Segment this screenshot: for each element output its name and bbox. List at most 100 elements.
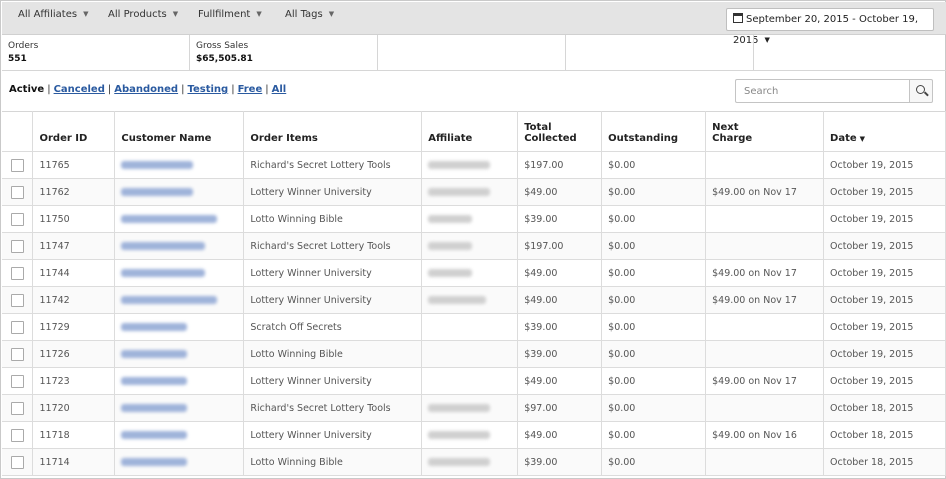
total-collected-cell: $49.00: [517, 259, 603, 287]
table-row[interactable]: 11718 Lottery Winner University $49.00 $0.0…: [2, 421, 946, 449]
row-checkbox[interactable]: [11, 158, 24, 172]
row-checkbox[interactable]: [11, 239, 24, 253]
date-cell: October 19, 2015: [823, 232, 946, 260]
order-id-header[interactable]: Order ID: [32, 111, 116, 152]
table-row[interactable]: 11750 Lotto Winning Bible $39.00 $0.00 Octob…: [2, 205, 946, 233]
customer-name-cell: [114, 151, 245, 179]
tab-active[interactable]: Active: [9, 84, 44, 95]
row-checkbox[interactable]: [11, 347, 24, 361]
calendar-icon: [733, 13, 743, 23]
row-checkbox[interactable]: [11, 266, 24, 280]
order-items-cell: Lottery Winner University: [243, 259, 423, 287]
tab-all[interactable]: All: [272, 84, 287, 95]
customer-name-header[interactable]: Customer Name: [114, 111, 245, 152]
row-checkbox[interactable]: [11, 293, 24, 307]
table-row[interactable]: 11744 Lottery Winner University $49.00 $0.0…: [2, 259, 946, 287]
order-id-cell: 11742: [32, 286, 116, 314]
tags-filter[interactable]: All Tags ▼: [285, 9, 334, 20]
table-header-row: Order ID Customer Name Order Items Affil…: [2, 111, 946, 152]
affiliate-redacted: [428, 431, 491, 439]
orders-stat: Orders 551: [2, 35, 190, 71]
customer-name-redacted[interactable]: [121, 404, 188, 412]
select-cell: [2, 286, 34, 314]
affiliate-cell: [421, 151, 519, 179]
fulfillment-filter[interactable]: Fullfilment ▼: [198, 9, 262, 20]
tab-canceled[interactable]: Canceled: [54, 84, 105, 95]
table-row[interactable]: 11729 Scratch Off Secrets $39.00 $0.00 Octob…: [2, 313, 946, 341]
date-cell: October 19, 2015: [823, 205, 946, 233]
total-collected-cell: $49.00: [517, 178, 603, 206]
customer-name-redacted[interactable]: [121, 458, 188, 466]
customer-name-redacted[interactable]: [121, 215, 218, 223]
row-checkbox[interactable]: [11, 185, 24, 199]
next-charge-cell: $49.00 on Nov 17: [705, 286, 825, 314]
select-cell: [2, 313, 34, 341]
stats-row: Orders 551 Gross Sales $65,505.81: [2, 35, 946, 71]
tab-separator: |: [181, 84, 185, 95]
customer-name-redacted[interactable]: [121, 431, 188, 439]
affiliate-cell: [421, 205, 519, 233]
order-id-cell: 11747: [32, 232, 116, 260]
outstanding-cell: $0.00: [601, 367, 707, 395]
row-checkbox[interactable]: [11, 455, 24, 469]
outstanding-header[interactable]: Outstanding: [601, 111, 707, 152]
table-row[interactable]: 11747 Richard's Secret Lottery Tools $197.…: [2, 232, 946, 260]
customer-name-redacted[interactable]: [121, 323, 188, 331]
next-charge-cell: [705, 205, 825, 233]
affiliate-cell: [421, 367, 519, 395]
tab-testing[interactable]: Testing: [187, 84, 228, 95]
search-input[interactable]: [735, 79, 909, 103]
tab-abandoned[interactable]: Abandoned: [114, 84, 178, 95]
total-collected-cell: $39.00: [517, 448, 603, 476]
customer-name-redacted[interactable]: [121, 161, 194, 169]
row-checkbox[interactable]: [11, 212, 24, 226]
customer-name-redacted[interactable]: [121, 377, 188, 385]
outstanding-cell: $0.00: [601, 232, 707, 260]
next-charge-header[interactable]: Next Charge: [705, 111, 825, 152]
table-row[interactable]: 11742 Lottery Winner University $49.00 $0.0…: [2, 286, 946, 314]
search-button[interactable]: [909, 79, 933, 103]
outstanding-cell: $0.00: [601, 394, 707, 422]
table-row[interactable]: 11720 Richard's Secret Lottery Tools $97.0…: [2, 394, 946, 422]
outstanding-cell: $0.00: [601, 421, 707, 449]
status-tabs: Active | Canceled | Abandoned | Testing | Free | A…: [9, 84, 286, 95]
order-items-cell: Richard's Secret Lottery Tools: [243, 151, 423, 179]
tab-free[interactable]: Free: [238, 84, 263, 95]
row-checkbox[interactable]: [11, 374, 24, 388]
customer-name-cell: [114, 178, 245, 206]
order-items-header[interactable]: Order Items: [243, 111, 423, 152]
customer-name-redacted[interactable]: [121, 269, 206, 277]
total-collected-cell: $49.00: [517, 367, 603, 395]
table-row[interactable]: 11726 Lotto Winning Bible $39.00 $0.00 Octob…: [2, 340, 946, 368]
customer-name-redacted[interactable]: [121, 350, 188, 358]
stat-slot-4: [566, 35, 754, 71]
affiliates-filter[interactable]: All Affiliates ▼: [18, 9, 88, 20]
products-filter[interactable]: All Products ▼: [108, 9, 178, 20]
date-cell: October 18, 2015: [823, 421, 946, 449]
customer-name-redacted[interactable]: [121, 188, 194, 196]
customer-name-redacted[interactable]: [121, 296, 218, 304]
gross-sales-stat: Gross Sales $65,505.81: [190, 35, 378, 71]
customer-name-cell: [114, 367, 245, 395]
total-collected-header[interactable]: Total Collected: [517, 111, 603, 152]
order-id-cell: 11750: [32, 205, 116, 233]
total-collected-cell: $39.00: [517, 340, 603, 368]
affiliate-header[interactable]: Affiliate: [421, 111, 519, 152]
row-checkbox[interactable]: [11, 320, 24, 334]
select-cell: [2, 448, 34, 476]
stat-slot-3: [378, 35, 566, 71]
row-checkbox[interactable]: [11, 428, 24, 442]
table-row[interactable]: 11762 Lottery Winner University $49.00 $0.0…: [2, 178, 946, 206]
table-row[interactable]: 11765 Richard's Secret Lottery Tools $197.…: [2, 151, 946, 179]
sort-descending-icon: ▼: [859, 135, 866, 143]
affiliate-cell: [421, 340, 519, 368]
customer-name-redacted[interactable]: [121, 242, 206, 250]
row-checkbox[interactable]: [11, 401, 24, 415]
order-id-cell: 11762: [32, 178, 116, 206]
date-header[interactable]: Date ▼: [823, 111, 946, 152]
table-row[interactable]: 11723 Lottery Winner University $49.00 $0.0…: [2, 367, 946, 395]
order-items-cell: Richard's Secret Lottery Tools: [243, 232, 423, 260]
total-collected-cell: $97.00: [517, 394, 603, 422]
date-range-picker[interactable]: September 20, 2015 - October 19, 2015 ▼: [726, 8, 934, 46]
table-row[interactable]: 11714 Lotto Winning Bible $39.00 $0.00 Octob…: [2, 448, 946, 476]
